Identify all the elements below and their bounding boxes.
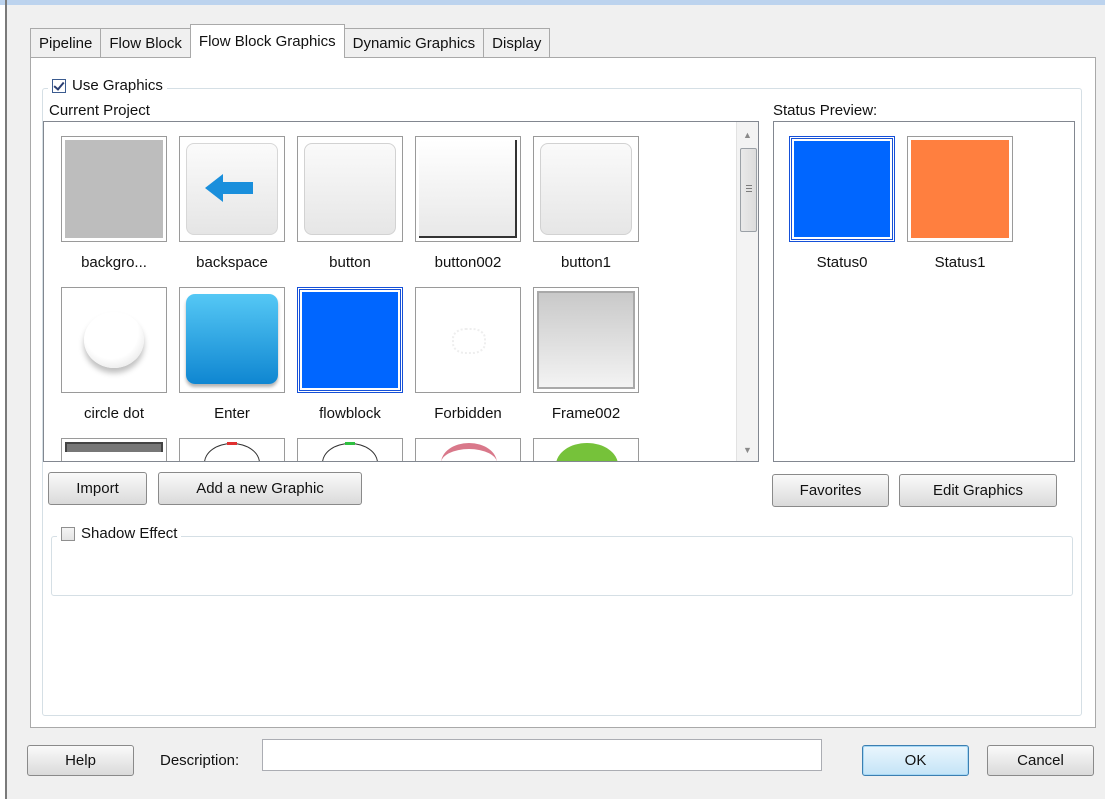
- status-preview-label: Status Preview:: [773, 102, 878, 119]
- status0-swatch: [789, 136, 895, 242]
- shadow-effect-checkbox[interactable]: [61, 526, 75, 541]
- forbidden-icon: [415, 287, 521, 393]
- gallery-item-label: backspace: [196, 254, 268, 271]
- gallery-item[interactable]: button1: [527, 136, 645, 271]
- button1-icon: [533, 136, 639, 242]
- edit-graphics-button[interactable]: Edit Graphics: [899, 474, 1057, 507]
- use-graphics-legend: Use Graphics: [48, 77, 167, 94]
- pink-button-icon: [415, 438, 521, 461]
- gallery-item[interactable]: button: [291, 136, 409, 271]
- gallery-item[interactable]: Enter: [173, 287, 291, 422]
- favorites-button[interactable]: Favorites: [772, 474, 889, 507]
- gallery-item-label: Enter: [214, 405, 250, 422]
- status-item[interactable]: Status0: [783, 136, 901, 271]
- tab-display[interactable]: Display: [483, 28, 551, 58]
- tab-flow-block[interactable]: Flow Block: [100, 28, 191, 58]
- gallery-item-label: Forbidden: [434, 405, 502, 422]
- add-graphic-button[interactable]: Add a new Graphic: [158, 472, 362, 505]
- scroll-down-icon[interactable]: ▼: [743, 445, 752, 455]
- gallery-item-selected[interactable]: flowblock: [291, 287, 409, 422]
- gallery-item[interactable]: [527, 438, 645, 461]
- button002-icon: [415, 136, 521, 242]
- gallery-item-label: Frame002: [551, 405, 621, 422]
- cancel-button[interactable]: Cancel: [987, 745, 1094, 776]
- status-label: Status0: [816, 254, 868, 271]
- tab-strip: Pipeline Flow Block Flow Block Graphics …: [30, 24, 551, 58]
- shadow-effect-group: Shadow Effect: [51, 525, 1073, 596]
- help-button[interactable]: Help: [27, 745, 134, 776]
- scroll-thumb[interactable]: [740, 148, 757, 232]
- gallery-item[interactable]: [55, 438, 173, 461]
- gallery-item[interactable]: backspace: [173, 136, 291, 271]
- gallery-item-label: backgro...: [81, 254, 147, 271]
- gallery-item[interactable]: Frame002: [527, 287, 645, 422]
- tab-dynamic-graphics[interactable]: Dynamic Graphics: [343, 28, 485, 58]
- gallery-item[interactable]: Forbidden: [409, 287, 527, 422]
- import-button[interactable]: Import: [48, 472, 147, 505]
- enter-icon: [179, 287, 285, 393]
- dark-frame-icon: [61, 438, 167, 461]
- gallery-item-label: button: [329, 254, 371, 271]
- use-graphics-label: Use Graphics: [72, 77, 163, 94]
- gallery-item[interactable]: button002: [409, 136, 527, 271]
- frame-icon: [533, 287, 639, 393]
- gallery-item[interactable]: [409, 438, 527, 461]
- gallery-item-label: flowblock: [319, 405, 381, 422]
- use-graphics-checkbox[interactable]: [52, 78, 66, 93]
- tab-panel: Use Graphics Current Project Status Prev…: [30, 57, 1096, 728]
- gallery-item[interactable]: [291, 438, 409, 461]
- gallery-scrollbar[interactable]: ▲ ▼: [736, 122, 758, 461]
- gallery-item[interactable]: backgro...: [55, 136, 173, 271]
- gauge-red-icon: [179, 438, 285, 461]
- gray-square-icon: [61, 136, 167, 242]
- description-input[interactable]: [262, 739, 822, 771]
- shadow-effect-label: Shadow Effect: [81, 525, 178, 542]
- flowblock-icon: [297, 287, 403, 393]
- ok-button[interactable]: OK: [862, 745, 969, 776]
- gauge-green-icon: [297, 438, 403, 461]
- scroll-up-icon[interactable]: ▲: [743, 130, 752, 140]
- description-label: Description:: [160, 752, 240, 769]
- status1-swatch: [907, 136, 1013, 242]
- tab-flow-block-graphics[interactable]: Flow Block Graphics: [189, 24, 345, 58]
- green-button-icon: [533, 438, 639, 461]
- shadow-effect-legend: Shadow Effect: [57, 525, 182, 542]
- status-label: Status1: [934, 254, 986, 271]
- button-icon: [297, 136, 403, 242]
- gallery-item-label: button002: [434, 254, 502, 271]
- status-preview-panel: Status0 Status1: [773, 121, 1075, 462]
- backspace-arrow-icon: [179, 136, 285, 242]
- circle-dot-icon: [61, 287, 167, 393]
- tab-pipeline[interactable]: Pipeline: [30, 28, 102, 58]
- gallery-item[interactable]: circle dot: [55, 287, 173, 422]
- gallery-item-label: button1: [560, 254, 612, 271]
- current-project-label: Current Project: [49, 102, 150, 119]
- gallery-item-label: circle dot: [83, 405, 145, 422]
- graphics-gallery[interactable]: backgro... backspace button button002 bu…: [43, 121, 759, 462]
- gallery-item[interactable]: [173, 438, 291, 461]
- status-item[interactable]: Status1: [901, 136, 1019, 271]
